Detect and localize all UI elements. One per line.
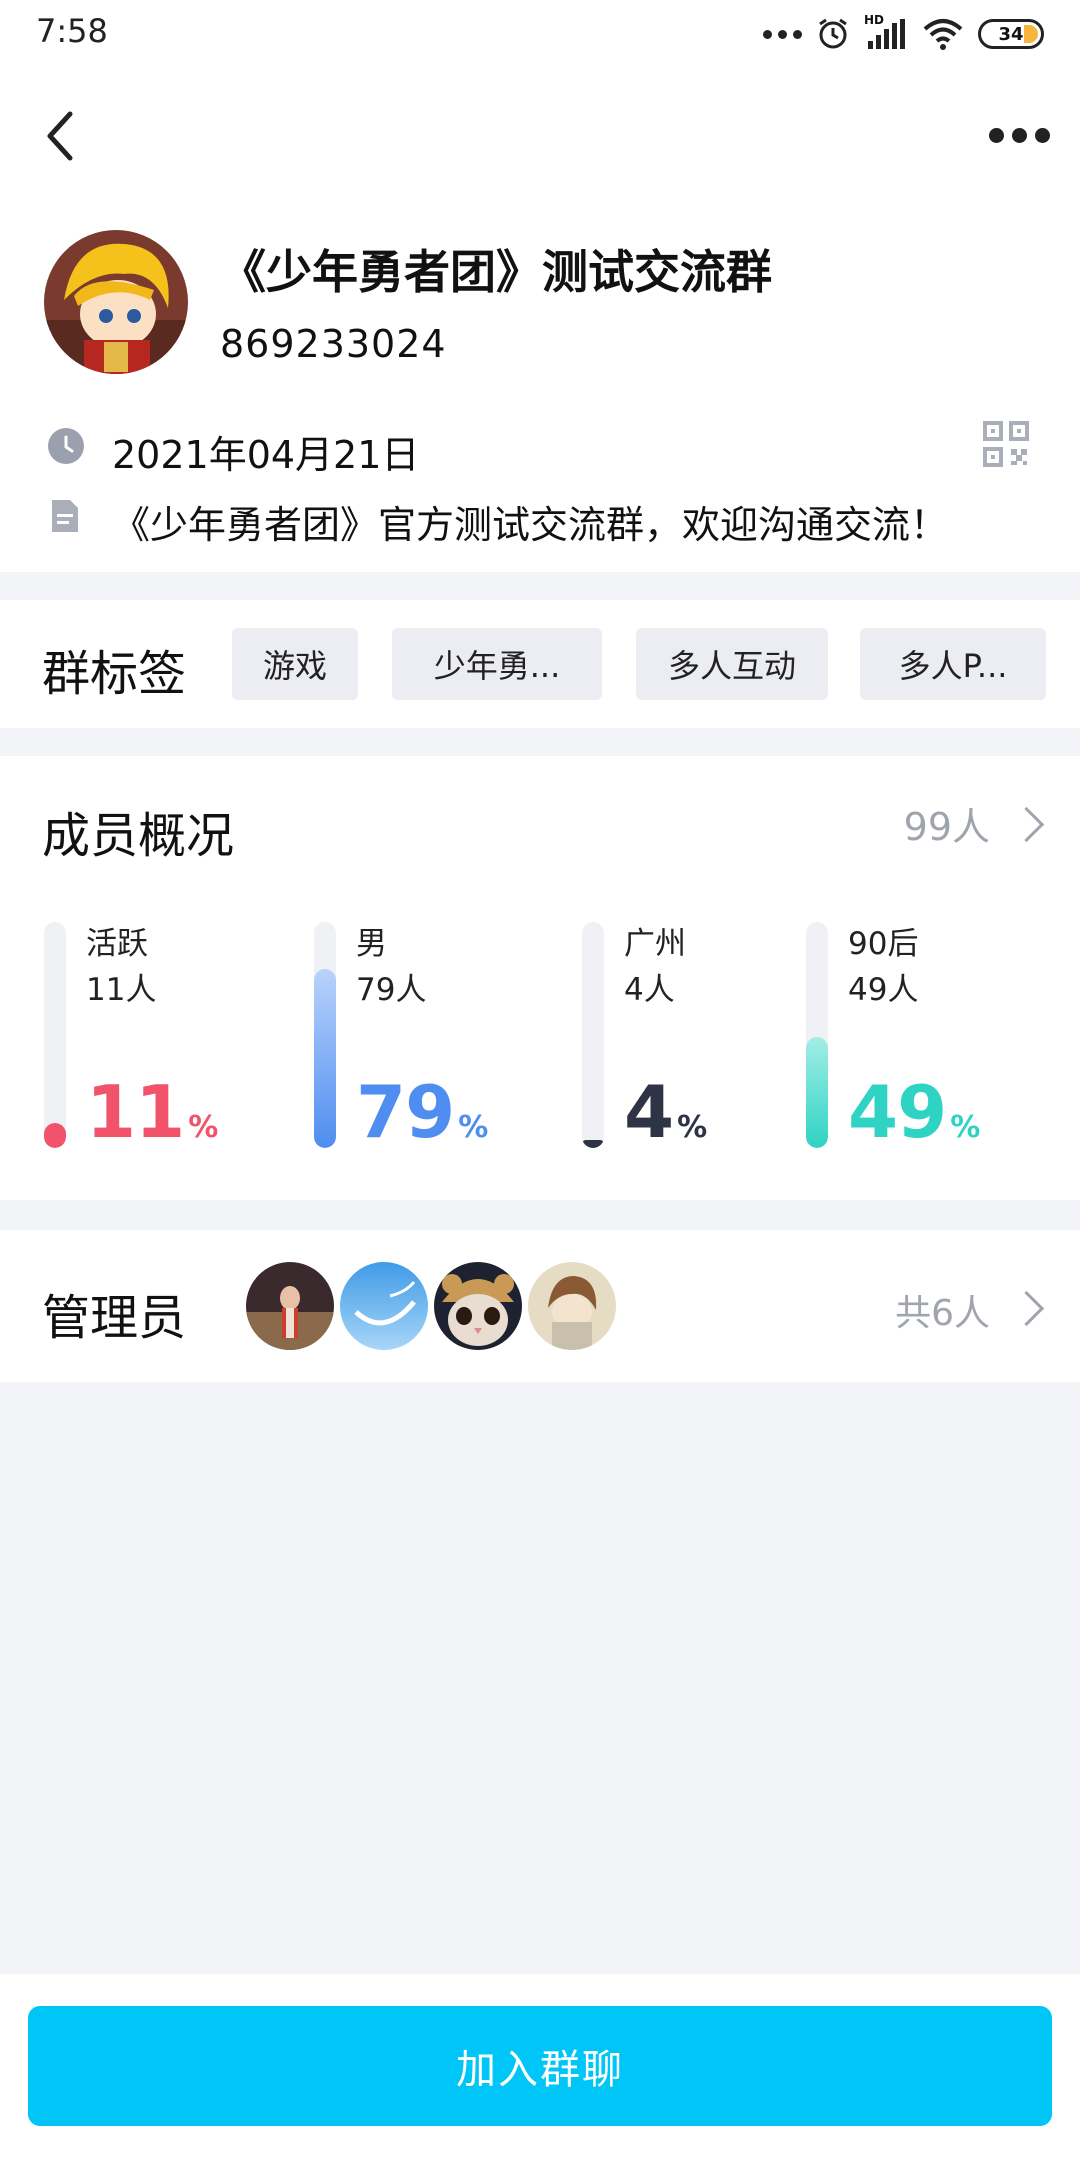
- more-dots-icon[interactable]: [989, 128, 1050, 143]
- document-icon: [52, 500, 78, 532]
- stat-count: 11人: [86, 972, 157, 1008]
- back-arrow-icon[interactable]: [40, 108, 80, 164]
- join-group-button[interactable]: 加入群聊: [28, 2006, 1052, 2126]
- tags-title: 群标签: [42, 646, 187, 702]
- qr-code-icon[interactable]: [982, 420, 1030, 468]
- alarm-icon: [819, 18, 847, 49]
- network-type-label: HD: [864, 13, 885, 27]
- group-name: 《少年勇者团》测试交流群: [220, 245, 772, 299]
- stat-value: 49: [848, 1070, 947, 1154]
- stat-bar-fill: [582, 1140, 604, 1148]
- admin-avatar[interactable]: [434, 1262, 522, 1350]
- admin-avatar[interactable]: [528, 1262, 616, 1350]
- admin-avatar[interactable]: [246, 1262, 334, 1350]
- stat-bar-track: [806, 922, 828, 1148]
- stat-percent: 4%: [624, 1076, 707, 1148]
- tag-chip[interactable]: 游戏: [232, 628, 358, 700]
- admin-total[interactable]: 共6人: [895, 1284, 990, 1336]
- stat-value: 79: [356, 1070, 455, 1154]
- admin-avatar[interactable]: [340, 1262, 428, 1350]
- stat-active: 活跃 11人 11%: [44, 918, 284, 1148]
- admin-title: 管理员: [42, 1290, 187, 1346]
- stat-count: 49人: [848, 972, 919, 1008]
- wifi-icon: [923, 19, 963, 50]
- created-date: 2021年04月21日: [112, 433, 420, 477]
- stat-value: 4: [624, 1070, 674, 1154]
- stat-label: 90后: [848, 926, 919, 962]
- stat-location: 广州 4人 4%: [582, 918, 822, 1148]
- status-icons: HD 34: [763, 13, 1044, 54]
- tag-chip[interactable]: 少年勇...: [392, 628, 602, 700]
- status-time: 7:58: [36, 12, 108, 50]
- stat-count: 4人: [624, 972, 675, 1008]
- stat-bar-fill: [806, 1037, 828, 1148]
- group-id: 869233024: [220, 322, 447, 366]
- notification-dots-icon: [763, 29, 802, 39]
- stat-label: 男: [356, 926, 387, 962]
- signal-icon: HD: [864, 13, 908, 51]
- stat-percent: 11%: [86, 1076, 218, 1148]
- tag-chip[interactable]: 多人P...: [860, 628, 1046, 700]
- stat-percent: 49%: [848, 1076, 980, 1148]
- group-avatar[interactable]: [44, 230, 188, 374]
- clock-icon: [48, 428, 84, 464]
- stat-bar-track: [314, 922, 336, 1148]
- group-description: 《少年勇者团》官方测试交流群，欢迎沟通交流！: [112, 503, 949, 547]
- stat-bar-track: [582, 922, 604, 1148]
- stat-label: 活跃: [86, 926, 148, 962]
- member-count[interactable]: 99人: [904, 796, 990, 851]
- stat-bar-fill: [314, 969, 336, 1148]
- stat-percent: 79%: [356, 1076, 488, 1148]
- stat-bar-track: [44, 922, 66, 1148]
- percent-sign: %: [458, 1110, 488, 1145]
- stat-age-group: 90后 49人 49%: [806, 918, 1046, 1148]
- stat-male: 男 79人 79%: [314, 918, 554, 1148]
- member-overview-title: 成员概况: [42, 808, 235, 864]
- percent-sign: %: [188, 1110, 218, 1145]
- tag-chip[interactable]: 多人互动: [636, 628, 828, 700]
- percent-sign: %: [950, 1110, 980, 1145]
- battery-icon: 34: [978, 19, 1044, 49]
- stat-label: 广州: [624, 926, 686, 962]
- status-bar: 7:58 HD 34: [0, 0, 1080, 68]
- stat-count: 79人: [356, 972, 427, 1008]
- stat-bar-fill: [44, 1123, 66, 1148]
- percent-sign: %: [677, 1110, 707, 1145]
- battery-level: 34: [998, 23, 1024, 45]
- stat-value: 11: [86, 1070, 185, 1154]
